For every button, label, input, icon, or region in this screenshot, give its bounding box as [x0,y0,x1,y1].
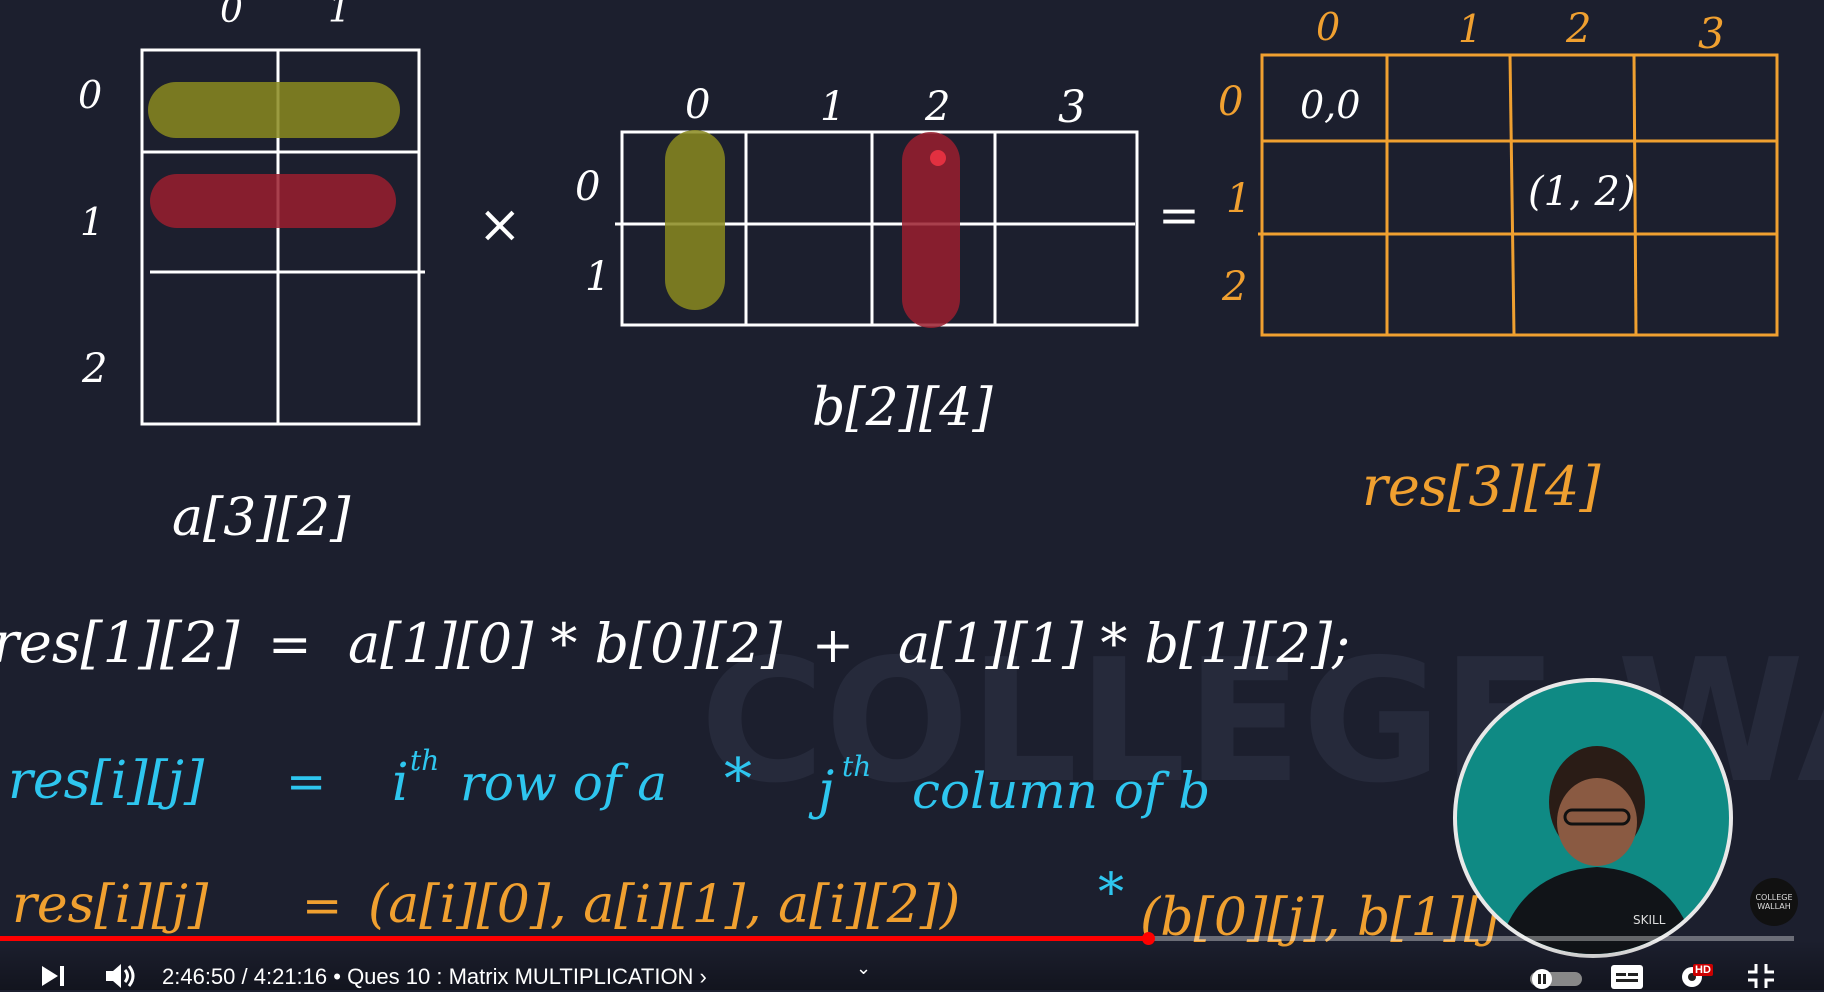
eq3-equals: = [302,878,342,934]
matrix-b-col-label: 2 [924,84,950,130]
equals-sign: = [1158,186,1200,244]
autoplay-toggle-icon[interactable] [1530,968,1582,990]
times-sign: × [478,195,522,255]
eq3-rhs-a: (a[i][0], a[i][1], a[i][2]) [368,875,960,935]
eq2-part-b: row of a [460,754,667,812]
captions-icon[interactable] [1610,964,1644,990]
res-col-label: 3 [1698,9,1725,58]
webcam-overlay: SKILL [1453,678,1733,958]
matrix-a-name: a[3][2] [172,488,351,548]
matrix-a-col-label: 0 [220,0,243,31]
volume-icon[interactable] [104,962,138,990]
equation-1: res[1][2] = a[1][0] * b[0][2] + a[1][1] … [0,611,1350,676]
matrix-b-col-label: 0 [685,82,710,128]
highlight-row-1 [150,174,396,228]
pointer-dot [930,150,946,166]
eq2-star: * [724,747,752,812]
matrix-b-name: b[2][4] [812,378,993,438]
matrix-a-row-label: 1 [80,200,104,244]
matrix-a: 0 1 0 1 2 a[3][2] [78,0,425,548]
eq2-sup-a: th [410,744,439,777]
res-cell-1-2: (1, 2) [1528,169,1636,215]
presenter-image: SKILL [1497,746,1697,954]
eq2-part-d: column of b [912,762,1210,820]
eq1-term2: a[1][1] * b[1][2]; [898,612,1350,675]
matrix-a-row-label: 0 [78,73,102,117]
fullscreen-exit-icon[interactable] [1746,962,1776,990]
eq2-sup-c: th [842,750,871,783]
res-col-label: 2 [1565,6,1591,52]
eq1-term1: a[1][0] * b[0][2] [348,612,783,675]
progress-scrubber[interactable] [1142,932,1155,945]
next-icon[interactable] [40,964,68,988]
matrix-b-row-label: 1 [585,254,610,300]
logo-text: COLLEGE WALLAH [1755,893,1793,911]
progress-bar-played [0,936,1148,941]
eq2-lhs: res[i][j] [8,751,205,811]
svg-text:SKILL: SKILL [1633,913,1666,927]
eq2-part-a: i [392,753,409,813]
highlight-row-0 [148,82,400,138]
highlight-col-0 [665,130,725,310]
hd-badge: HD [1693,964,1713,976]
eq1-plus: + [812,616,854,674]
res-name: res[3][4] [1362,455,1601,518]
eq3-star: * [1098,863,1124,923]
res-divider [1508,54,1516,336]
eq1-equals: = [268,615,312,675]
matrix-b-row-label: 0 [575,164,600,210]
eq3-lhs: res[i][j] [12,875,209,935]
matrix-b-col-label: 3 [1058,82,1086,133]
timestamp-chapter[interactable]: 2:46:50 / 4:21:16 • Ques 10 : Matrix MUL… [162,964,707,990]
res-row-label: 0 [1218,79,1243,125]
res-cell-0-0: 0,0 [1300,83,1360,127]
eq1-lhs: res[1][2] [0,611,239,676]
matrix-b: 0 1 2 3 0 1 b[2][4] [575,82,1139,438]
res-col-label: 0 [1316,5,1340,49]
matrix-a-row-label: 2 [81,346,107,392]
chevron-down-icon[interactable]: ⌄ [856,958,871,979]
res-col-label: 1 [1458,7,1482,51]
matrix-a-col-label: 1 [328,0,351,31]
res-row-label: 2 [1221,264,1247,310]
matrix-res: 0 1 2 3 0 1 2 0,0 (1, 2) res[3][4] [1218,5,1779,518]
eq2-equals: = [286,754,326,810]
res-row-label: 1 [1226,176,1251,222]
channel-logo: COLLEGE WALLAH [1750,878,1798,926]
matrix-b-col-label: 1 [820,84,845,130]
